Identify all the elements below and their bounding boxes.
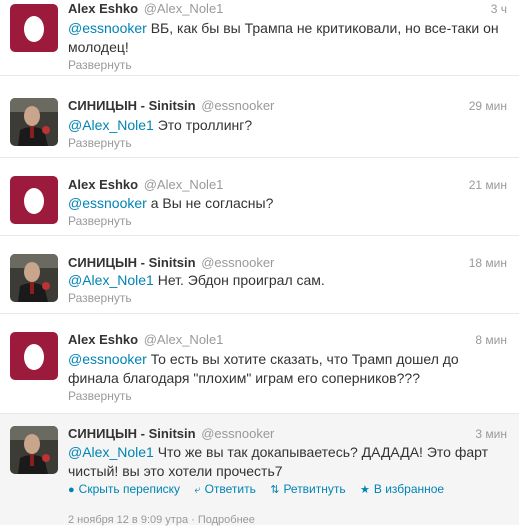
egg-icon	[10, 332, 58, 380]
retweet-button[interactable]: ⇅ Ретвитнуть	[270, 482, 345, 496]
avatar-photo[interactable]	[10, 254, 58, 302]
tweet-fullname[interactable]: СИНИЦЫН - Sinitsin	[68, 255, 196, 270]
tweet-item[interactable]: Alex Eshko @Alex_Nole1 8 мин @essnooker …	[0, 322, 519, 414]
tweet-item-expanded[interactable]: СИНИЦЫН - Sinitsin @essnooker 3 мин @Ale…	[0, 414, 519, 526]
speech-bubble-icon: ●	[68, 484, 75, 496]
tweet-body: Это троллинг?	[153, 117, 253, 133]
tweet-time[interactable]: 29 мин	[469, 97, 507, 115]
tweet-mention[interactable]: @essnooker	[68, 195, 147, 211]
tweet-text: @Alex_Nole1 Нет. Эбдон проиграл сам.	[68, 271, 499, 290]
tweet-fullname[interactable]: Alex Eshko	[68, 332, 138, 347]
tweet-item[interactable]: СИНИЦЫН - Sinitsin @essnooker 18 мин @Al…	[0, 244, 519, 314]
avatar-photo[interactable]	[10, 98, 58, 146]
tweet-mention[interactable]: @Alex_Nole1	[68, 117, 154, 133]
details-link[interactable]: Подробнее	[198, 514, 255, 526]
tweet-text: @essnooker То есть вы хотите сказать, чт…	[68, 350, 499, 388]
user-photo-icon	[10, 426, 58, 474]
tweet-date[interactable]: 2 ноября 12 в 9:09 утра	[68, 514, 188, 526]
tweet-item[interactable]: СИНИЦЫН - Sinitsin @essnooker 29 мин @Al…	[0, 88, 519, 158]
reply-button[interactable]: ⤶ Ответить	[194, 482, 255, 496]
tweet-fullname[interactable]: Alex Eshko	[68, 177, 138, 192]
tweet-username[interactable]: @Alex_Nole1	[144, 1, 224, 16]
avatar-egg[interactable]	[10, 176, 58, 224]
avatar-egg[interactable]	[10, 332, 58, 380]
tweet-header: Alex Eshko @Alex_Nole1 3 ч	[68, 0, 507, 18]
tweet-username[interactable]: @Alex_Nole1	[144, 177, 224, 192]
egg-icon	[10, 4, 58, 52]
tweet-text: @Alex_Nole1 Это троллинг?	[68, 116, 499, 135]
tweet-mention[interactable]: @Alex_Nole1	[68, 272, 154, 288]
star-icon: ★	[359, 484, 370, 496]
tweet-header: Alex Eshko @Alex_Nole1 21 мин	[68, 176, 507, 194]
avatar-egg[interactable]	[10, 4, 58, 52]
tweet-text: @Alex_Nole1 Что же вы так докапываетесь?…	[68, 443, 499, 481]
tweet-fullname[interactable]: Alex Eshko	[68, 1, 138, 16]
tweet-username[interactable]: @essnooker	[201, 255, 274, 270]
favorite-label: В избранное	[373, 482, 445, 496]
tweet-username[interactable]: @essnooker	[201, 98, 274, 113]
tweet-header: СИНИЦЫН - Sinitsin @essnooker 29 мин	[68, 97, 507, 115]
tweet-fullname[interactable]: СИНИЦЫН - Sinitsin	[68, 98, 196, 113]
tweet-time[interactable]: 21 мин	[469, 176, 507, 194]
favorite-button[interactable]: ★ В избранное	[360, 482, 444, 496]
tweet-body: Нет. Эбдон проиграл сам.	[153, 272, 325, 288]
tweet-header: СИНИЦЫН - Sinitsin @essnooker 18 мин	[68, 254, 507, 272]
tweet-mention[interactable]: @essnooker	[68, 351, 147, 367]
retweet-label: Ретвитнуть	[283, 482, 346, 496]
tweet-time[interactable]: 3 мин	[475, 425, 507, 443]
tweet-header: СИНИЦЫН - Sinitsin @essnooker 3 мин	[68, 425, 507, 443]
expand-link[interactable]: Развернуть	[68, 290, 132, 306]
tweet-time[interactable]: 18 мин	[469, 254, 507, 272]
expand-link[interactable]: Развернуть	[68, 213, 132, 229]
tweet-time[interactable]: 8 мин	[475, 331, 507, 349]
tweet-body: а Вы не согласны?	[146, 195, 274, 211]
tweet-item[interactable]: Alex Eshko @Alex_Nole1 3 ч @essnooker ВБ…	[0, 0, 519, 76]
tweet-username[interactable]: @Alex_Nole1	[144, 332, 224, 347]
egg-icon	[10, 176, 58, 224]
expand-link[interactable]: Развернуть	[68, 135, 132, 151]
tweet-username[interactable]: @essnooker	[201, 426, 274, 441]
meta-separator: ·	[191, 514, 195, 526]
avatar-photo[interactable]	[10, 426, 58, 474]
tweet-mention[interactable]: @Alex_Nole1	[68, 444, 154, 460]
expand-link[interactable]: Развернуть	[68, 57, 132, 73]
tweet-item[interactable]: Alex Eshko @Alex_Nole1 21 мин @essnooker…	[0, 166, 519, 236]
hide-conversation-label: Скрыть переписку	[78, 482, 181, 496]
user-photo-icon	[10, 98, 58, 146]
hide-conversation-button[interactable]: ● Скрыть переписку	[68, 482, 180, 496]
tweet-fullname[interactable]: СИНИЦЫН - Sinitsin	[68, 426, 196, 441]
reply-icon: ⤶	[194, 484, 201, 496]
retweet-icon: ⇅	[270, 484, 280, 496]
tweet-text: @essnooker а Вы не согласны?	[68, 194, 499, 213]
tweet-time[interactable]: 3 ч	[491, 0, 507, 18]
tweet-header: Alex Eshko @Alex_Nole1 8 мин	[68, 331, 507, 349]
tweet-text: @essnooker ВБ, как бы вы Трампа не крити…	[68, 19, 499, 57]
user-photo-icon	[10, 254, 58, 302]
tweet-actions: ● Скрыть переписку ⤶ Ответить ⇅ Ретвитнуть …	[68, 481, 455, 498]
tweet-mention[interactable]: @essnooker	[68, 20, 147, 36]
reply-label: Ответить	[204, 482, 256, 496]
expand-link[interactable]: Развернуть	[68, 388, 132, 404]
